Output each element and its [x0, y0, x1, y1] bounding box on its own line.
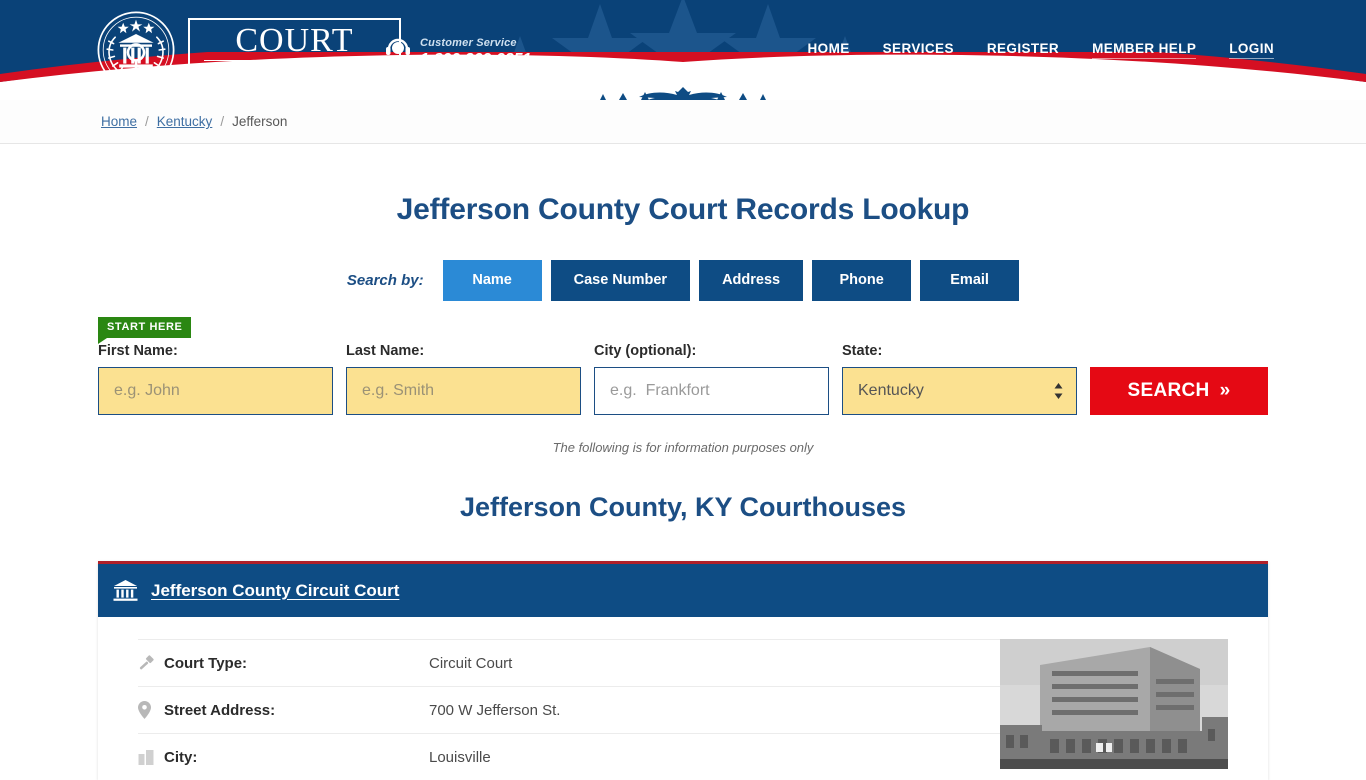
search-form: START HERE First Name: Last Name: City (…: [0, 317, 1366, 415]
court-info-list: Court Type: Circuit Court Street Address…: [98, 617, 1000, 780]
search-type-tabs: Name Case Number Address Phone Email: [442, 260, 1020, 301]
site-header: COURT C A S E F I N D E R Customer Servi…: [0, 0, 1366, 100]
last-name-input[interactable]: [346, 367, 581, 415]
nav-item-home[interactable]: HOME: [807, 41, 850, 59]
gavel-icon: [138, 654, 164, 672]
court-card-header: Jefferson County Circuit Court: [98, 564, 1268, 617]
last-name-field-group: Last Name:: [346, 342, 581, 415]
table-row: City: Louisville: [138, 733, 1000, 780]
row-label: Court Type:: [164, 654, 248, 672]
tab-case-number[interactable]: Case Number: [550, 260, 691, 301]
nav-item-services[interactable]: SERVICES: [882, 41, 954, 59]
chevron-updown-icon: [1054, 383, 1063, 399]
first-name-input[interactable]: [98, 367, 333, 415]
breadcrumb-separator: /: [220, 114, 225, 129]
state-select-value: Kentucky: [858, 382, 924, 399]
court-card-body: Court Type: Circuit Court Street Address…: [98, 617, 1268, 780]
page-title: Jefferson County Court Records Lookup: [396, 193, 970, 226]
customer-service-block: Customer Service 1-800-309-9351: [385, 36, 531, 69]
state-select[interactable]: Kentucky: [842, 367, 1077, 415]
breadcrumb-item-home[interactable]: Home: [101, 114, 137, 129]
city-label: City (optional):: [594, 343, 697, 359]
logo-primary-text: COURT: [204, 22, 385, 61]
logo-secondary-text: C A S E F I N D E R: [208, 63, 385, 76]
row-value: Louisville: [429, 748, 491, 766]
site-logo[interactable]: COURT C A S E F I N D E R: [96, 10, 401, 90]
breadcrumb-separator: /: [145, 114, 149, 129]
breadcrumb: Home / Kentucky / Jefferson: [0, 100, 1366, 144]
nav-item-member-help[interactable]: MEMBER HELP: [1092, 41, 1197, 59]
breadcrumb-item-kentucky[interactable]: Kentucky: [157, 114, 213, 129]
row-label: City:: [164, 748, 198, 766]
tab-phone[interactable]: Phone: [812, 260, 912, 301]
search-form-row: First Name: Last Name: City (optional): …: [98, 317, 1268, 415]
disclaimer-text: The following is for information purpose…: [552, 440, 814, 455]
state-label: State:: [842, 343, 883, 359]
customer-service-label: Customer Service: [420, 37, 517, 49]
first-name-label: First Name:: [98, 343, 178, 359]
state-field-group: State: Kentucky: [842, 342, 1077, 415]
double-chevron-icon: »: [1219, 380, 1231, 401]
logo-wordmark: COURT C A S E F I N D E R: [188, 17, 401, 83]
start-here-badge: START HERE: [98, 317, 192, 344]
tab-name[interactable]: Name: [442, 260, 542, 301]
last-name-label: Last Name:: [346, 343, 425, 359]
courthouse-photo: [1000, 639, 1228, 769]
nav-item-register[interactable]: REGISTER: [986, 41, 1060, 59]
search-button-label: SEARCH: [1127, 380, 1210, 401]
row-label: Street Address:: [164, 701, 276, 719]
search-button[interactable]: SEARCH »: [1090, 367, 1268, 415]
court-seal-icon: [97, 11, 175, 89]
search-by-row: Search by: Name Case Number Address Phon…: [0, 260, 1366, 301]
section-title: Jefferson County, KY Courthouses: [459, 492, 907, 522]
court-title-link[interactable]: Jefferson County Circuit Court: [151, 581, 399, 601]
row-value: Circuit Court: [429, 654, 513, 672]
city-input[interactable]: [594, 367, 829, 415]
table-row: Street Address: 700 W Jefferson St.: [138, 686, 1000, 733]
map-pin-icon: [138, 701, 164, 719]
breadcrumb-item-jefferson: Jefferson: [232, 114, 288, 129]
first-name-field-group: First Name:: [98, 342, 333, 415]
main-navigation: HOME SERVICES REGISTER MEMBER HELP LOGIN: [807, 41, 1274, 59]
court-card: Jefferson County Circuit Court Court Typ…: [98, 561, 1268, 780]
main-content: Jefferson County Court Records Lookup Se…: [0, 144, 1366, 780]
row-value: 700 W Jefferson St.: [429, 701, 561, 719]
bank-building-icon: [113, 580, 138, 601]
court-photo-container: [1000, 617, 1268, 780]
table-row: Court Type: Circuit Court: [138, 639, 1000, 686]
headset-agent-icon: [386, 38, 410, 68]
city-icon: [138, 749, 164, 765]
tab-email[interactable]: Email: [920, 260, 1020, 301]
tab-address[interactable]: Address: [699, 260, 804, 301]
nav-item-login[interactable]: LOGIN: [1229, 41, 1274, 59]
customer-service-phone[interactable]: 1-800-309-9351: [420, 50, 531, 69]
city-field-group: City (optional):: [594, 342, 829, 415]
search-by-label: Search by:: [346, 272, 424, 289]
